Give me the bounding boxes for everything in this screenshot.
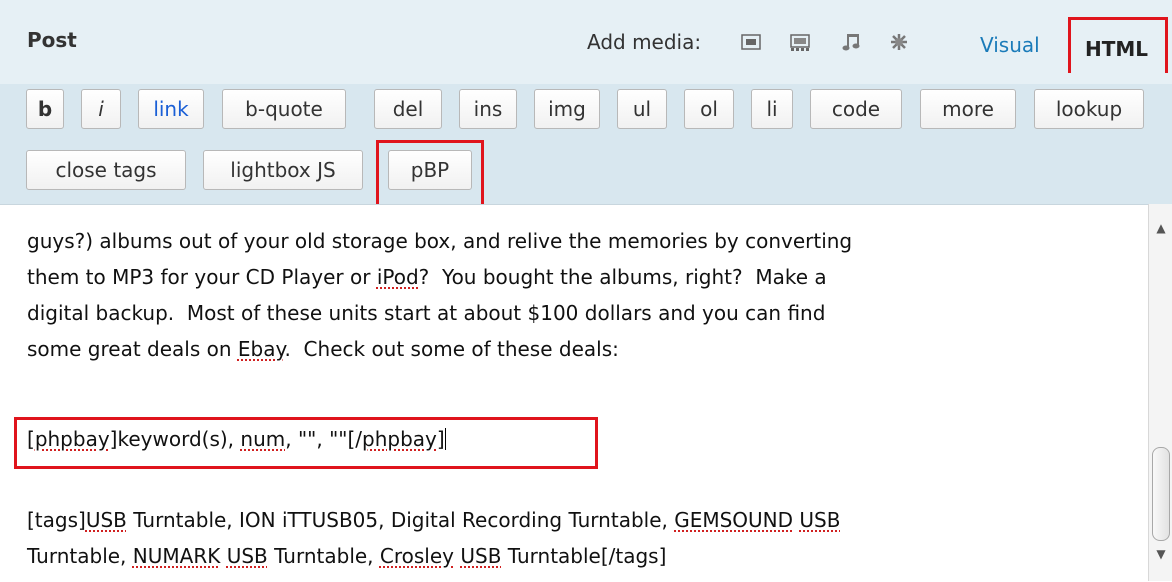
scrollbar-thumb[interactable]	[1152, 447, 1170, 541]
scroll-up-arrow-icon[interactable]: ▲	[1153, 220, 1169, 236]
post-title: Post	[27, 28, 77, 52]
lookup-button[interactable]: lookup	[1034, 89, 1144, 129]
close-tags-button[interactable]: close tags	[26, 150, 186, 190]
ul-button[interactable]: ul	[617, 89, 667, 129]
editor-scrollbar[interactable]: ▲ ▼	[1148, 204, 1172, 581]
audio-icon[interactable]	[840, 32, 862, 52]
content-line-2: them to MP3 for your CD Player or iPod? …	[27, 265, 827, 289]
phpbay-highlight-box	[14, 417, 598, 469]
code-button[interactable]: code	[810, 89, 902, 129]
image-icon[interactable]	[740, 32, 762, 52]
ins-button[interactable]: ins	[459, 89, 517, 129]
post-editor-header: Post Add media: Visual HTML	[0, 0, 1172, 85]
blockquote-button[interactable]: b-quote	[222, 89, 346, 129]
del-button[interactable]: del	[374, 89, 442, 129]
tab-html-label: HTML	[1085, 37, 1149, 61]
video-icon[interactable]	[789, 32, 811, 52]
italic-button[interactable]: i	[81, 89, 121, 129]
partially-scrolled-line: . . . . . . . . . . . . . . . . . . . . …	[0, 205, 1148, 215]
link-button[interactable]: link	[138, 89, 204, 129]
lightbox-js-button[interactable]: lightbox JS	[203, 150, 363, 190]
more-button[interactable]: more	[920, 89, 1016, 129]
scroll-down-arrow-icon[interactable]: ▼	[1153, 546, 1169, 562]
content-line-1: guys?) albums out of your old storage bo…	[27, 229, 853, 253]
quicktags-toolbar: b i link b-quote del ins img ul ol li co…	[0, 84, 1172, 204]
media-star-icon[interactable]	[888, 32, 910, 52]
li-button[interactable]: li	[751, 89, 793, 129]
tab-visual[interactable]: Visual	[980, 33, 1040, 57]
ol-button[interactable]: ol	[684, 89, 734, 129]
bold-button[interactable]: b	[26, 89, 64, 129]
pbp-highlight-box	[376, 140, 484, 204]
tab-html[interactable]: HTML	[1068, 17, 1168, 73]
content-line-3: digital backup. Most of these units star…	[27, 301, 826, 325]
tags-line-1: [tags]USB Turntable, ION iTTUSB05, Digit…	[27, 508, 841, 532]
add-media-label: Add media:	[587, 30, 702, 54]
content-line-4: some great deals on Ebay. Check out some…	[27, 337, 619, 361]
post-content-textarea[interactable]: . . . . . . . . . . . . . . . . . . . . …	[0, 204, 1148, 582]
img-button[interactable]: img	[534, 89, 600, 129]
tags-line-2: Turntable, NUMARK USB Turntable, Crosley…	[27, 544, 667, 568]
